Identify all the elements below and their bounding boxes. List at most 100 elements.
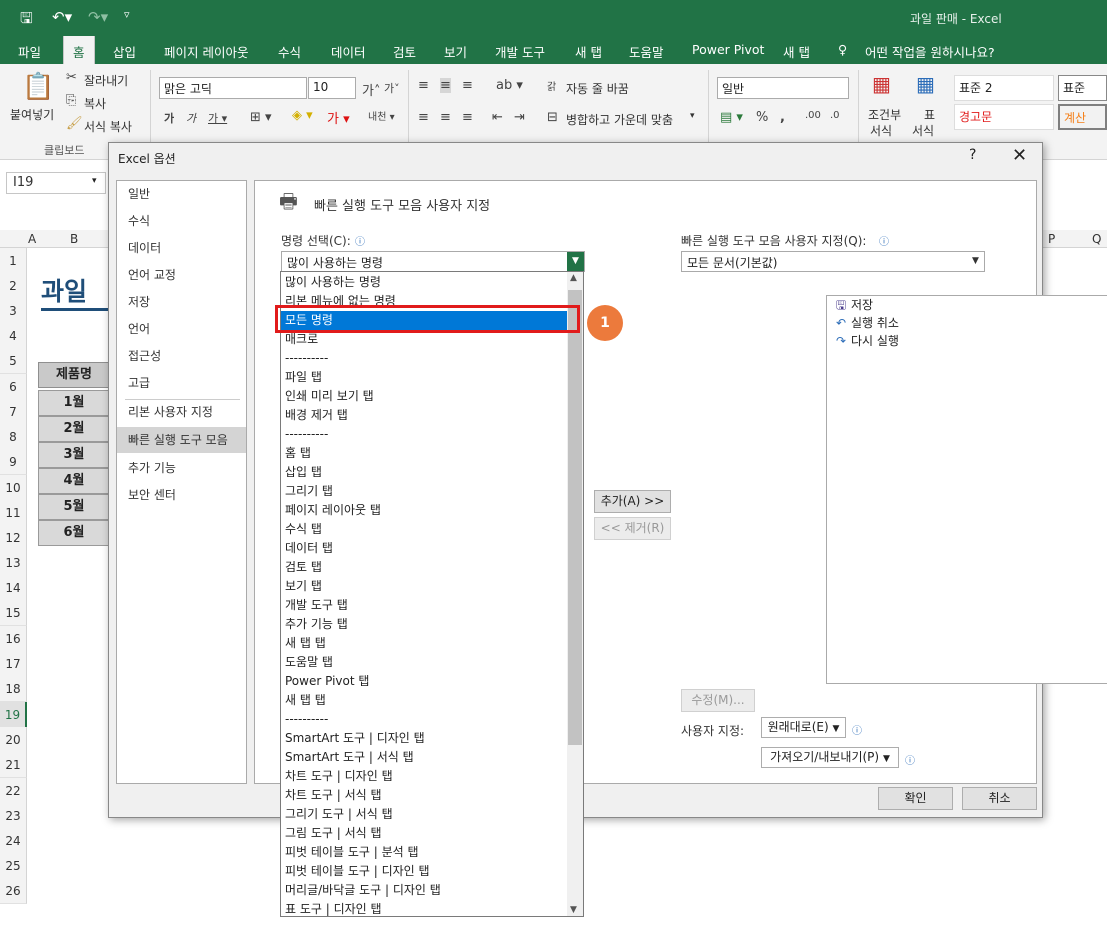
tab-formulas[interactable]: 수식 (278, 42, 301, 61)
dropdown-item[interactable]: 홈 탭 (285, 444, 567, 463)
conditional-format-label-2[interactable]: 서식 (870, 122, 892, 139)
row-header[interactable]: 16 (0, 626, 27, 652)
number-format-combo[interactable]: 일반 (717, 77, 849, 99)
dropdown-item[interactable]: 머리글/바닥글 도구 | 디자인 탭 (285, 881, 567, 900)
dropdown-item[interactable]: 그림 도구 | 서식 탭 (285, 824, 567, 843)
dropdown-item[interactable]: 데이터 탭 (285, 539, 567, 558)
dropdown-item[interactable]: 피벗 테이블 도구 | 디자인 탭 (285, 862, 567, 881)
align-left-icon[interactable]: ≡ (418, 110, 429, 125)
dropdown-item[interactable]: ---------- (285, 710, 567, 729)
row-header[interactable]: 22 (0, 778, 27, 804)
paste-button[interactable]: 붙여넣기 (10, 106, 54, 123)
row-header[interactable]: 3 (0, 298, 27, 324)
dropdown-item[interactable]: 표 도구 | 디자인 탭 (285, 900, 567, 919)
row-header[interactable]: 26 (0, 878, 27, 904)
tab-developer[interactable]: 개발 도구 (495, 42, 545, 61)
row-header[interactable]: 5 (0, 348, 27, 374)
dropdown-item[interactable]: 개발 도구 탭 (285, 596, 567, 615)
italic-icon[interactable]: 가 (186, 110, 196, 126)
tab-view[interactable]: 보기 (444, 42, 467, 61)
scroll-down-icon[interactable]: ▼ (570, 905, 577, 915)
dropdown-item[interactable]: 차트 도구 | 디자인 탭 (285, 767, 567, 786)
nav-item-proofing[interactable]: 언어 교정 (117, 262, 246, 288)
reset-button[interactable]: 원래대로(E) ▼ (761, 717, 846, 738)
chevron-down-icon[interactable]: ▼ (567, 252, 584, 271)
dropdown-item[interactable]: 많이 사용하는 명령 (285, 273, 567, 292)
row-header[interactable]: 7 (0, 399, 27, 425)
tab-insert[interactable]: 삽입 (113, 42, 136, 61)
row-header[interactable]: 9 (0, 449, 27, 475)
style-warning[interactable]: 경고문 (954, 104, 1054, 130)
grow-font-icon[interactable]: 가˄ (362, 80, 380, 99)
bold-icon[interactable]: 가 (164, 110, 174, 126)
table-header-cell[interactable]: 제품명 (38, 362, 110, 388)
name-box-dropdown-icon[interactable]: ▾ (92, 176, 97, 186)
format-as-table-label-2[interactable]: 서식 (912, 122, 934, 139)
tell-me-search[interactable]: 어떤 작업을 원하시나요? (865, 42, 995, 61)
decrease-indent-icon[interactable]: ⇤ (492, 110, 503, 125)
row-header[interactable]: 17 (0, 651, 27, 677)
font-color-icon[interactable]: 가 ▾ (327, 108, 350, 127)
column-header-p[interactable]: P (1048, 230, 1055, 248)
modify-button[interactable]: 수정(M)... (681, 689, 755, 712)
row-header[interactable]: 19 (0, 702, 27, 728)
row-header[interactable]: 13 (0, 550, 27, 576)
month-cell[interactable]: 2월 (38, 416, 110, 442)
nav-item-quick-access-toolbar[interactable]: 빠른 실행 도구 모음 (117, 427, 246, 453)
orientation-icon[interactable]: ab ▾ (496, 78, 523, 93)
align-bottom-icon[interactable]: ≡ (462, 78, 473, 93)
save-icon[interactable]: 🖫 (20, 8, 33, 33)
dropdown-item[interactable]: 파일 탭 (285, 368, 567, 387)
dropdown-item[interactable]: 피벗 테이블 도구 | 분석 탭 (285, 843, 567, 862)
close-button[interactable]: ✕ (1012, 145, 1027, 166)
nav-item-trust-center[interactable]: 보안 센터 (117, 482, 246, 508)
paste-icon[interactable]: 📋 (22, 72, 54, 102)
nav-item-customize-ribbon[interactable]: 리본 사용자 지정 (117, 399, 246, 425)
increase-decimal-icon[interactable]: .00 (805, 110, 821, 121)
choose-commands-combo[interactable]: 많이 사용하는 명령 ▼ (281, 251, 585, 272)
font-size-combo[interactable]: 10 (308, 77, 356, 99)
row-header[interactable]: 21 (0, 752, 27, 778)
underline-icon[interactable]: 가 ▾ (208, 110, 227, 126)
scrollbar-thumb[interactable] (568, 290, 582, 745)
comma-icon[interactable]: , (780, 110, 785, 125)
nav-item-advanced[interactable]: 고급 (117, 370, 246, 396)
align-top-icon[interactable]: ≡ (418, 78, 429, 93)
nav-item-general[interactable]: 일반 (117, 181, 246, 207)
style-calculation[interactable]: 계산 (1058, 104, 1107, 130)
qat-item-redo[interactable]: ↷다시 실행 ▶ (831, 332, 1107, 350)
dropdown-item[interactable]: 그리기 도구 | 서식 탭 (285, 805, 567, 824)
nav-item-save[interactable]: 저장 (117, 289, 246, 315)
dropdown-item[interactable]: 새 탭 탭 (285, 691, 567, 710)
decrease-decimal-icon[interactable]: .0 (830, 110, 840, 121)
import-export-button[interactable]: 가져오기/내보내기(P) ▼ (761, 747, 899, 768)
qat-item-save[interactable]: 🖫 저장 (831, 296, 1107, 314)
redo-icon[interactable]: ↷▾ (88, 8, 108, 26)
row-header[interactable]: 25 (0, 853, 27, 879)
row-header[interactable]: 14 (0, 575, 27, 601)
fill-color-icon[interactable]: ◈ ▾ (292, 108, 313, 123)
format-painter-button[interactable]: 서식 복사 (84, 118, 132, 135)
row-header[interactable]: 2 (0, 273, 27, 299)
month-cell[interactable]: 6월 (38, 520, 110, 546)
dropdown-item[interactable]: 차트 도구 | 서식 탭 (285, 786, 567, 805)
nav-item-add-ins[interactable]: 추가 기능 (117, 455, 246, 481)
align-center-icon[interactable]: ≡ (440, 110, 451, 125)
phonetic-icon[interactable]: 내천 ▾ (368, 108, 395, 123)
accounting-icon[interactable]: ▤ ▾ (720, 110, 743, 125)
tab-data[interactable]: 데이터 (331, 42, 366, 61)
column-header-b[interactable]: B (70, 230, 78, 248)
customize-qat-icon[interactable]: ▿ (124, 8, 130, 21)
tab-review[interactable]: 검토 (393, 42, 416, 61)
tab-home[interactable]: 홈 (63, 36, 95, 64)
wrap-text-button[interactable]: 자동 줄 바꿈 (566, 80, 629, 97)
dropdown-item[interactable]: SmartArt 도구 | 서식 탭 (285, 748, 567, 767)
row-header[interactable]: 1 (0, 248, 27, 274)
align-right-icon[interactable]: ≡ (462, 110, 473, 125)
row-header[interactable]: 18 (0, 676, 27, 702)
row-header[interactable]: 23 (0, 803, 27, 829)
align-middle-icon[interactable]: ≡ (440, 78, 451, 93)
dropdown-item[interactable]: 새 탭 탭 (285, 634, 567, 653)
scroll-up-icon[interactable]: ▲ (570, 273, 577, 283)
tab-help[interactable]: 도움말 (629, 42, 664, 61)
